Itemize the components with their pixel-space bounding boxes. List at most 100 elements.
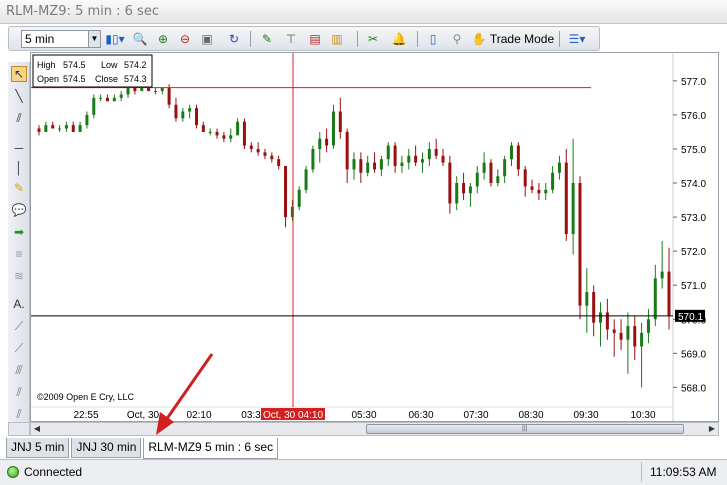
candle-body	[448, 162, 452, 204]
candle-body	[236, 121, 240, 136]
candle-body	[92, 97, 96, 115]
drawing-icon[interactable]: ✎	[256, 30, 278, 48]
toolbar-separator	[357, 31, 358, 47]
candle-body	[242, 121, 246, 146]
candle-body	[112, 97, 116, 102]
studies-icon[interactable]: ▤	[305, 30, 325, 48]
zoom-icon[interactable]: 🔍	[129, 30, 151, 48]
channel-icon[interactable]: ≡	[11, 246, 27, 262]
horizontal-scrollbar[interactable]: ◀ ||| ▶	[30, 422, 719, 436]
infobox-open: 574.5	[63, 74, 86, 84]
tab-jnj-5-min[interactable]: JNJ 5 min	[6, 438, 70, 458]
candle-body	[284, 165, 288, 218]
candle-body	[270, 155, 274, 160]
candle-body	[496, 176, 500, 184]
candle-body	[208, 131, 212, 133]
candle-body	[99, 97, 103, 99]
candle-body	[414, 155, 418, 163]
chart-area[interactable]: 577.0576.0575.0574.0573.0572.0571.0570.0…	[30, 52, 719, 422]
connection-status: Connected	[24, 465, 83, 479]
candle-body	[51, 125, 55, 129]
scissors-icon[interactable]: ✂	[363, 30, 383, 48]
infobox-close-label: Close	[95, 74, 118, 84]
pointer-icon[interactable]: ↖	[11, 66, 27, 82]
tablet-icon[interactable]: ▯	[423, 30, 443, 48]
vertical-line-icon[interactable]: │	[11, 160, 27, 176]
speed-lines-icon[interactable]: ⫻	[11, 362, 27, 378]
x-tick-label: 06:30	[408, 410, 433, 421]
interval-select[interactable]: 5 min ▼	[21, 30, 101, 48]
candle-body	[297, 189, 301, 207]
candle-body	[181, 111, 185, 119]
infobox-high: 574.5	[63, 60, 86, 70]
candle-body	[222, 135, 226, 139]
x-tick-label: 08:30	[518, 410, 543, 421]
candle-body	[551, 172, 555, 190]
trade-mode-button[interactable]: ✋ Trade Mode	[470, 30, 556, 48]
bar-style-icon[interactable]: ▮▯▾	[103, 30, 127, 48]
zoom-out-icon[interactable]: ⊖	[175, 30, 195, 48]
tab-jnj-30-min[interactable]: JNJ 30 min	[71, 438, 142, 458]
crosshair-time-label: Oct, 30 04:10	[263, 410, 323, 421]
callout-icon[interactable]: 💬	[11, 202, 27, 218]
price-chart[interactable]: 577.0576.0575.0574.0573.0572.0571.0570.0…	[31, 53, 718, 421]
link-icon[interactable]: ⚲	[447, 30, 467, 48]
candle-body	[646, 319, 650, 333]
candle-body	[263, 152, 267, 156]
interval-value: 5 min	[25, 32, 55, 46]
trade-mode-label: Trade Mode	[489, 32, 555, 46]
line-icon[interactable]: ╲	[11, 88, 27, 104]
cycle-icon[interactable]: ⫽	[11, 406, 27, 422]
gann-icon[interactable]: ⟋	[11, 340, 27, 356]
fan-icon[interactable]: ⟋	[11, 318, 27, 334]
scroll-right-icon[interactable]: ▶	[706, 423, 718, 435]
candle-body	[325, 138, 329, 146]
candle-body	[578, 183, 582, 306]
candle-body	[400, 162, 404, 166]
candle-body	[85, 114, 89, 126]
scroll-thumb[interactable]: |||	[366, 424, 684, 434]
candle-body	[64, 125, 68, 129]
arrow-icon[interactable]: ➡	[11, 224, 27, 240]
x-tick-label: 03:3	[241, 410, 261, 421]
zoom-in-icon[interactable]: ⊕	[153, 30, 173, 48]
text-note-icon[interactable]: ✎	[11, 180, 27, 196]
menu-icon[interactable]: ☰▾	[564, 30, 590, 48]
text-label-icon[interactable]: A.	[11, 296, 27, 312]
candle-body	[599, 312, 603, 323]
x-tick-label: 09:30	[573, 410, 598, 421]
andrew-icon[interactable]: ⫽	[11, 384, 27, 400]
scroll-left-icon[interactable]: ◀	[31, 423, 43, 435]
candle-body	[147, 87, 151, 92]
candle-body	[174, 104, 178, 119]
chart-tabs: JNJ 5 min JNJ 30 min RLM-MZ9 5 min : 6 s…	[6, 438, 280, 459]
tree-icon[interactable]: ⊤	[281, 30, 301, 48]
candle-body	[434, 148, 438, 156]
grip-icon: |||	[522, 425, 528, 432]
copyright-label: ©2009 Open E Cry, LLC	[37, 392, 135, 402]
candle-body	[475, 172, 479, 187]
candle-body	[195, 108, 198, 126]
zoom-fit-icon[interactable]: ▣	[197, 30, 217, 48]
alert-bell-icon[interactable]: 🔔	[387, 30, 411, 48]
candle-body	[277, 159, 281, 166]
candle-body	[653, 278, 657, 320]
drawing-tools-bar: ↖ ╲ ⫽ ─ │ ✎ 💬 ➡ ≡ ≋ A. ⟋ ⟋ ⫻ ⫽ ⫽	[8, 62, 30, 424]
candle-body	[215, 131, 219, 136]
horizontal-line-icon[interactable]: ─	[11, 140, 27, 156]
x-tick-label: 07:30	[463, 410, 488, 421]
refresh-icon[interactable]: ↻	[224, 30, 244, 48]
candle-body	[407, 155, 411, 163]
candle-body	[318, 138, 322, 149]
y-tick-label: 572.0	[681, 247, 706, 258]
y-tick-label: 569.0	[681, 349, 706, 360]
title-bar: RLM-MZ9: 5 min : 6 sec	[0, 0, 727, 24]
parallel-lines-icon[interactable]: ⫽	[11, 110, 27, 126]
y-tick-label: 577.0	[681, 77, 706, 88]
fib-icon[interactable]: ≋	[11, 268, 27, 284]
candle-body	[626, 326, 630, 340]
candle-body	[345, 131, 349, 170]
chevron-down-icon[interactable]: ▼	[88, 31, 100, 47]
toolbar-separator	[417, 31, 418, 47]
columns-icon[interactable]: ▥	[327, 30, 347, 48]
